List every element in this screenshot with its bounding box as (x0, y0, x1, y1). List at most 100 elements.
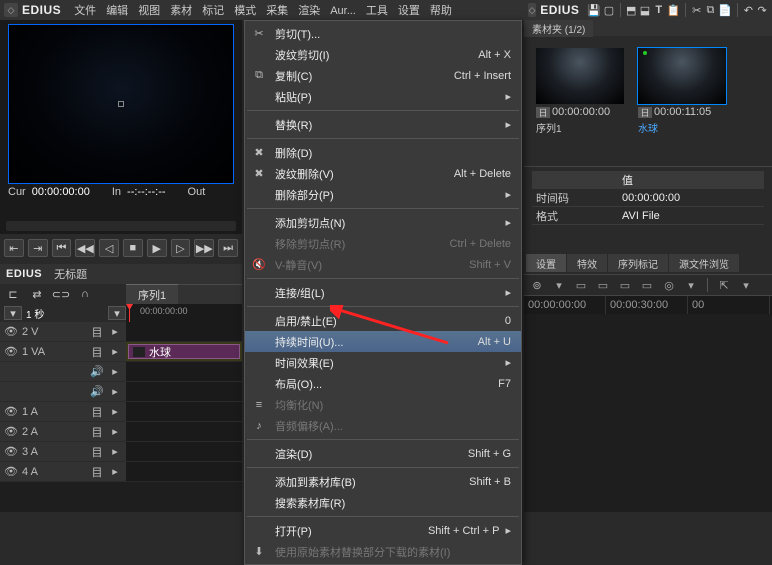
menu-渲染[interactable]: 渲染 (293, 3, 325, 19)
track-lane[interactable] (126, 362, 242, 381)
rew-button[interactable]: ◀◀ (75, 239, 95, 257)
track-lane[interactable] (126, 382, 242, 401)
settings2-icon[interactable]: ▾ (737, 277, 755, 293)
bin-item[interactable]: 日00:00:11:05水球 (638, 48, 726, 135)
scrub-bar[interactable] (0, 218, 242, 234)
next-button[interactable]: ⏭ (218, 239, 238, 257)
chevron-icon[interactable]: ▸ (108, 425, 122, 438)
menu-item[interactable]: 启用/禁止(E)0 (245, 310, 521, 331)
export-icon[interactable]: ⇱ (715, 277, 733, 293)
props-tab[interactable]: 设置 (526, 254, 567, 272)
track-header[interactable]: 👁1 A目▸ (0, 402, 126, 421)
chevron-icon[interactable]: ▸ (108, 345, 122, 358)
copy-icon[interactable]: ⧉ (705, 1, 717, 19)
menu-item[interactable]: 波纹剪切(I)Alt + X (245, 44, 521, 65)
props-tab[interactable]: 特效 (567, 254, 608, 272)
stop-button[interactable]: ■ (123, 239, 143, 257)
visibility-icon[interactable]: 👁 (4, 425, 18, 438)
speaker-icon[interactable]: 🔊 (90, 385, 104, 398)
chevron-icon[interactable]: ▸ (108, 405, 122, 418)
track-lane[interactable] (126, 462, 242, 481)
track-lane[interactable] (126, 442, 242, 461)
props-tab[interactable]: 源文件浏览 (669, 254, 740, 272)
menu-item[interactable]: 替换(R) (245, 114, 521, 135)
menu-item[interactable]: 打开(P)Shift + Ctrl + P (245, 520, 521, 541)
folder-d-icon[interactable]: ▭ (638, 277, 656, 293)
stripe-icon[interactable]: 目 (90, 424, 104, 440)
capture-icon[interactable]: 📋 (667, 1, 681, 19)
track-header[interactable]: 👁2 A目▸ (0, 422, 126, 441)
track-header[interactable]: 👁4 A目▸ (0, 462, 126, 481)
chevron-icon[interactable]: ▸ (108, 325, 122, 338)
target-icon[interactable]: ◎ (660, 277, 678, 293)
chevron-icon[interactable]: ▸ (108, 445, 122, 458)
chevron-icon[interactable]: ▸ (108, 365, 122, 378)
menu-工具[interactable]: 工具 (361, 3, 393, 19)
track-header[interactable]: 👁3 A目▸ (0, 442, 126, 461)
preview-canvas[interactable] (8, 24, 234, 184)
stripe-icon[interactable]: 目 (90, 404, 104, 420)
menu-视图[interactable]: 视图 (133, 3, 165, 19)
menu-item[interactable]: ✂剪切(T)... (245, 23, 521, 44)
link-icon[interactable]: ⊂⊃ (52, 286, 70, 302)
magnet-icon[interactable]: ∩ (76, 286, 94, 302)
stripe-icon[interactable]: 目 (90, 444, 104, 460)
visibility-icon[interactable]: 👁 (4, 405, 18, 418)
redo-icon[interactable]: ↷ (756, 1, 768, 19)
menu-模式[interactable]: 模式 (229, 3, 261, 19)
stripe-icon[interactable]: 目 (90, 344, 104, 360)
chevron-down-icon[interactable]: ▾ (4, 306, 22, 320)
ff-button[interactable]: ▶▶ (194, 239, 214, 257)
menu-采集[interactable]: 采集 (261, 3, 293, 19)
tool-a-icon[interactable]: ⬒ (625, 1, 637, 19)
timeline-ruler[interactable]: 00:00:00:00 (126, 304, 242, 322)
stripe-icon[interactable]: 目 (90, 324, 104, 340)
chevron-icon[interactable]: ▸ (108, 385, 122, 398)
menu-item[interactable]: ⧉复制(C)Ctrl + Insert (245, 65, 521, 86)
dd-icon[interactable]: ▾ (550, 277, 568, 293)
visibility-icon[interactable]: 👁 (4, 465, 18, 478)
global-icon[interactable]: ⊚ (528, 277, 546, 293)
menu-item[interactable]: 粘贴(P) (245, 86, 521, 107)
track-lane[interactable]: 水球 (126, 342, 242, 361)
track-header[interactable]: 🔊▸ (0, 382, 126, 401)
menu-item[interactable]: 搜索素材库(R) (245, 492, 521, 513)
props-tab[interactable]: 序列标记 (608, 254, 669, 272)
menu-item[interactable]: ✖波纹删除(V)Alt + Delete (245, 163, 521, 184)
paste-icon[interactable]: 📄 (718, 1, 732, 19)
visibility-icon[interactable]: 👁 (4, 445, 18, 458)
marker-icon[interactable]: ▾ (682, 277, 700, 293)
title-icon[interactable]: T (653, 1, 665, 19)
menu-item[interactable]: 删除部分(P) (245, 184, 521, 205)
visibility-icon[interactable]: 👁 (4, 325, 18, 338)
clip[interactable]: 水球 (128, 344, 240, 359)
set-in-button[interactable]: ⇤ (4, 239, 24, 257)
menu-编辑[interactable]: 编辑 (101, 3, 133, 19)
new-doc-icon[interactable]: ▢ (603, 1, 615, 19)
track-lane[interactable] (126, 402, 242, 421)
track-header[interactable]: 👁2 V目▸ (0, 322, 126, 341)
menu-item[interactable]: 添加剪切点(N) (245, 212, 521, 233)
undo-icon[interactable]: ↶ (743, 1, 755, 19)
set-out-button[interactable]: ⇥ (28, 239, 48, 257)
menu-item[interactable]: 持续时间(U)...Alt + U (245, 331, 521, 352)
chevron-icon[interactable]: ▸ (108, 465, 122, 478)
track-header[interactable]: 🔊▸ (0, 362, 126, 381)
step-fwd-button[interactable]: ▷ (171, 239, 191, 257)
menu-Aur...[interactable]: Aur... (325, 3, 361, 19)
bin-tab[interactable]: 素材夹 (1/2) (524, 20, 593, 37)
menu-帮助[interactable]: 帮助 (425, 3, 457, 19)
speaker-icon[interactable]: 🔊 (90, 365, 104, 378)
ripple-icon[interactable]: ⇄ (28, 286, 46, 302)
playhead-icon[interactable] (129, 304, 130, 322)
marker-chevron-icon[interactable]: ▾ (108, 306, 126, 320)
menu-item[interactable]: 添加到素材库(B)Shift + B (245, 471, 521, 492)
bin-item[interactable]: 日00:00:00:00序列1 (536, 48, 624, 135)
track-lane[interactable] (126, 322, 242, 341)
menu-item[interactable]: ✖删除(D) (245, 142, 521, 163)
folder-a-icon[interactable]: ▭ (572, 277, 590, 293)
track-lane[interactable] (126, 422, 242, 441)
lower-ruler[interactable]: 00:00:00:00 00:00:30:00 00 (524, 296, 772, 314)
menu-文件[interactable]: 文件 (69, 3, 101, 19)
cut-icon[interactable]: ✂ (691, 1, 703, 19)
